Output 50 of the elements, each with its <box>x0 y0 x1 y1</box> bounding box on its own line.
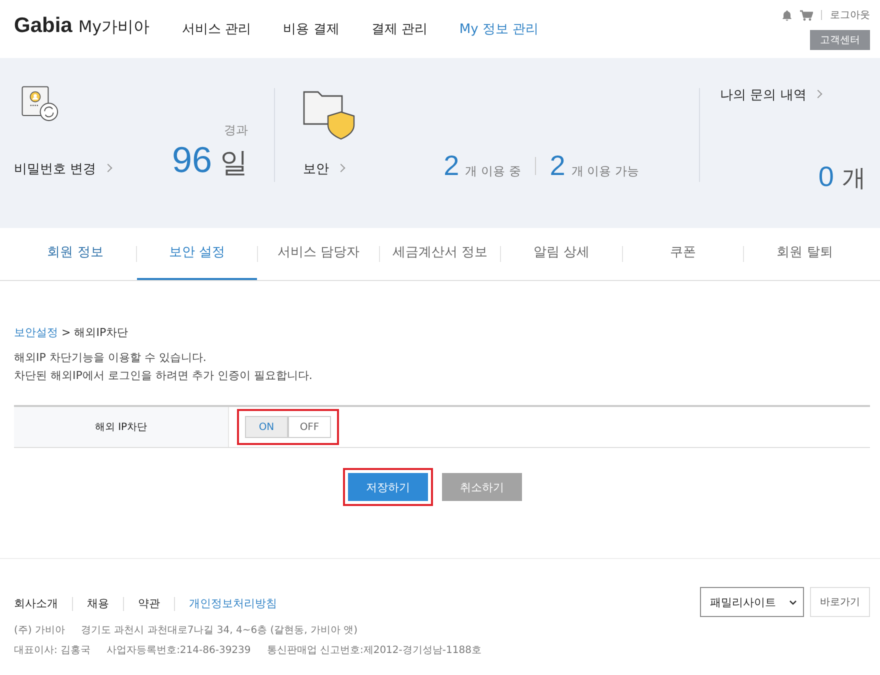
stat-value: 2 <box>444 150 460 182</box>
family-site-select[interactable]: 패밀리사이트 <box>700 587 804 617</box>
nav-link[interactable]: 서비스 관리 <box>182 20 252 38</box>
company-info-text: (주) 가비아 <box>14 624 65 637</box>
elapsed-days: 96 <box>172 139 212 181</box>
footer-link[interactable]: 채용 <box>87 596 109 611</box>
description-text: 해외IP 차단기능을 이용할 수 있습니다. <box>14 350 208 365</box>
tab[interactable]: 서비스 담당자 <box>258 228 379 280</box>
stat-value: 2 <box>550 150 566 182</box>
cart-icon[interactable] <box>800 10 813 20</box>
logo-subtitle: My가비아 <box>78 17 150 38</box>
breadcrumb-separator: > <box>62 326 71 339</box>
footer-link[interactable]: 회사소개 <box>14 596 58 611</box>
tab[interactable]: 쿠폰 <box>622 228 744 280</box>
toggle-option[interactable]: ON <box>245 416 288 438</box>
inquiry-link[interactable]: 나의 문의 내역 <box>720 86 866 104</box>
company-info-text: 경기도 과천시 과천대로7나길 34, 4~6층 (갈현동, 가비아 앳) <box>80 624 358 637</box>
setting-label: 해외 IP차단 <box>14 407 229 447</box>
support-button[interactable]: 고객센터 <box>810 30 870 50</box>
tab[interactable]: 회원 정보 <box>15 228 136 280</box>
nav-link[interactable]: 결제 관리 <box>371 20 428 38</box>
breadcrumb-link[interactable]: 보안설정 <box>14 326 58 339</box>
footer-link[interactable]: 약관 <box>138 596 160 611</box>
security-link[interactable]: 보안 <box>303 160 344 178</box>
stat-unit: 개 이용 가능 <box>571 163 639 180</box>
company-info-text: 사업자등록번호:214-86-39239 <box>106 644 251 657</box>
tab[interactable]: 회원 탈퇴 <box>744 228 866 280</box>
toggle-option[interactable]: OFF <box>288 416 331 438</box>
company-info-text: 대표이사: 김홍국 <box>14 644 91 657</box>
elapsed-caption: 경과 <box>224 122 248 139</box>
company-info-text: 통신판매업 신고번호:제2012-경기성남-1188호 <box>266 644 482 657</box>
inquiry-count: 0 <box>818 161 834 193</box>
save-button[interactable]: 저장하기 <box>348 473 428 501</box>
tab[interactable]: 알림 상세 <box>501 228 622 280</box>
breadcrumb-current: 해외IP차단 <box>74 326 128 339</box>
password-change-link[interactable]: 비밀번호 변경 <box>14 160 112 178</box>
stat-unit: 개 이용 중 <box>465 163 521 180</box>
nav-link[interactable]: My 정보 관리 <box>459 20 539 38</box>
description-text: 차단된 해외IP에서 로그인을 하려면 추가 인증이 필요합니다. <box>14 368 314 383</box>
tab[interactable]: 보안 설정 <box>136 228 258 280</box>
tab[interactable]: 세금계산서 정보 <box>380 228 500 280</box>
chevron-down-icon <box>789 600 797 604</box>
footer-link[interactable]: 개인정보처리방침 <box>189 596 277 611</box>
bell-icon[interactable] <box>782 10 792 20</box>
go-button[interactable]: 바로가기 <box>810 587 870 617</box>
logout-link[interactable]: 로그아웃 <box>830 8 870 22</box>
days-unit: 일 <box>220 145 248 181</box>
logo[interactable]: Gabia <box>14 14 72 38</box>
count-unit: 개 <box>842 163 866 194</box>
nav-link[interactable]: 비용 결제 <box>283 20 340 38</box>
